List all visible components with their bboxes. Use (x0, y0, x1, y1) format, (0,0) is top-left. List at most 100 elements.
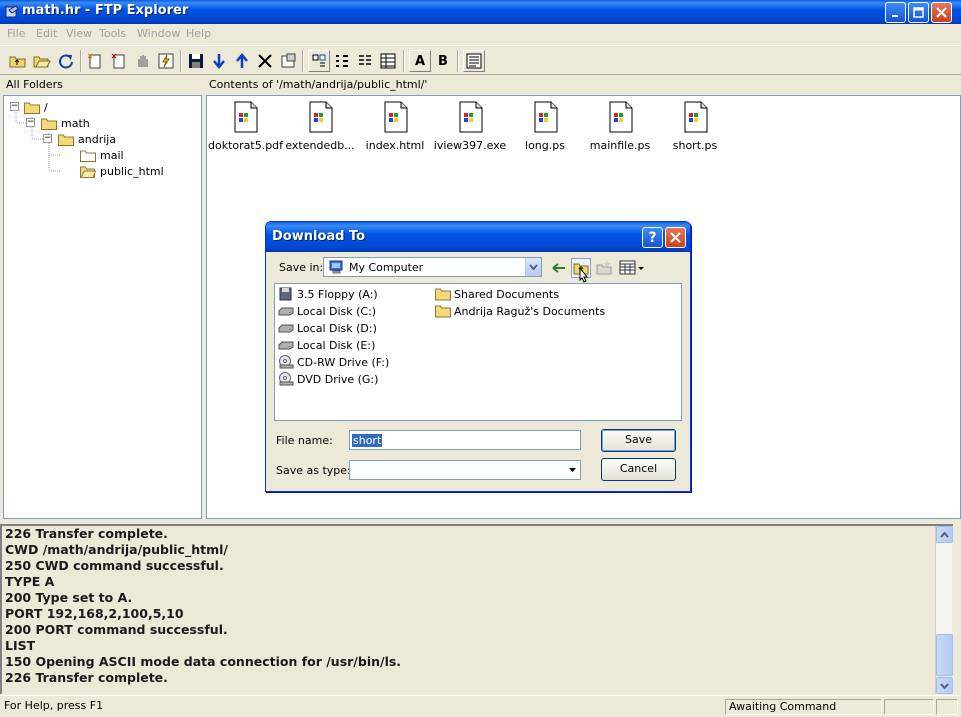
file-item[interactable]: mainfile.ps (583, 101, 657, 152)
tree-node-math[interactable]: math (41, 115, 90, 131)
new-folder-button[interactable] (595, 259, 613, 277)
connect-button[interactable] (155, 50, 177, 72)
dialog-close-button[interactable] (665, 227, 686, 248)
delete-button[interactable] (254, 50, 276, 72)
view-menu-icon (619, 260, 644, 275)
log-line: 226 Transfer complete. (5, 670, 168, 685)
tree-label: public_html (100, 164, 164, 178)
tree-label: math (61, 116, 90, 130)
menu-window[interactable]: Window (137, 27, 180, 40)
tree-node-mail[interactable]: mail (80, 147, 124, 163)
upload-button[interactable] (231, 50, 253, 72)
file-item[interactable]: extendedb... (283, 101, 357, 152)
list-item-label: Local Disk (C:) (297, 304, 377, 318)
chevron-down-icon (529, 264, 538, 270)
download-button[interactable] (208, 50, 230, 72)
list-item[interactable]: DVD Drive (G:) (278, 371, 378, 387)
tree-expander-root[interactable]: − (10, 102, 19, 111)
log-line: LIST (5, 638, 36, 653)
stop-button[interactable] (132, 50, 154, 72)
list-view-button[interactable] (354, 50, 376, 72)
log-pane: 226 Transfer complete. CWD /math/andrija… (0, 524, 953, 694)
toolbar-separator (80, 50, 82, 72)
list-item-label: DVD Drive (G:) (297, 372, 379, 386)
menu-view[interactable]: View (66, 27, 92, 40)
scroll-down-button[interactable] (936, 677, 953, 694)
new-file-button[interactable] (84, 50, 106, 72)
log-line: TYPE A (5, 574, 55, 589)
file-item[interactable]: doktorat5.pdf (208, 101, 283, 152)
file-name-input[interactable]: short (349, 430, 581, 450)
tree-node-andrija[interactable]: andrija (58, 131, 116, 147)
close-button[interactable] (931, 2, 952, 23)
minimize-icon (892, 15, 898, 17)
menu-edit[interactable]: Edit (36, 27, 57, 40)
menu-bar: File Edit View Tools Window Help (0, 24, 961, 44)
arrow-up-icon (236, 53, 248, 68)
properties-button[interactable] (277, 50, 299, 72)
small-icons-view-button[interactable] (331, 50, 353, 72)
file-item[interactable]: short.ps (658, 101, 732, 152)
save-in-combo[interactable]: My Computer (323, 257, 542, 277)
delete-file-button[interactable] (108, 50, 130, 72)
file-item[interactable]: index.html (358, 101, 432, 152)
log-line: 250 CWD command successful. (5, 558, 224, 573)
scroll-thumb[interactable] (936, 634, 953, 676)
help-icon: ? (648, 229, 657, 246)
binary-mode-label: B (438, 53, 448, 69)
cancel-button[interactable]: Cancel (601, 458, 676, 481)
arrow-down-icon (213, 54, 225, 69)
maximize-button[interactable] (908, 2, 929, 23)
folder-icon (80, 149, 96, 162)
tree-node-root[interactable]: / (24, 99, 48, 115)
list-item[interactable]: Shared Documents (435, 286, 559, 302)
file-name: index.html (365, 139, 425, 152)
new-folder-icon (596, 260, 612, 275)
log-scrollbar[interactable] (935, 526, 953, 694)
menu-file[interactable]: File (7, 27, 25, 40)
tree-node-public-html[interactable]: public_html (80, 163, 164, 179)
list-item[interactable]: Local Disk (E:) (278, 337, 375, 353)
dialog-help-button[interactable]: ? (642, 227, 663, 248)
menu-help[interactable]: Help (186, 27, 211, 40)
toolbar-separator (180, 50, 182, 72)
refresh-button[interactable] (55, 50, 77, 72)
tree-expander-andrija[interactable]: − (43, 134, 52, 143)
list-item[interactable]: Andrija Raguž's Documents (435, 303, 605, 319)
save-as-type-combo[interactable] (349, 460, 581, 480)
tree-expander-math[interactable]: − (26, 118, 35, 127)
list-item[interactable]: Local Disk (C:) (278, 303, 376, 319)
log-line: 150 Opening ASCII mode data connection f… (5, 654, 402, 669)
log-window-button[interactable] (463, 50, 485, 72)
save-in-label: Save in: (279, 261, 324, 274)
file-item[interactable]: long.ps (508, 101, 582, 152)
view-menu-button[interactable] (619, 259, 645, 277)
list-item[interactable]: Local Disk (D:) (278, 320, 377, 336)
save-button-dialog[interactable]: Save (601, 429, 676, 452)
list-item[interactable]: CD-RW Drive (F:) (278, 354, 389, 370)
chevron-down-icon (568, 468, 576, 472)
binary-mode-button[interactable]: B (432, 50, 454, 72)
save-button[interactable] (185, 50, 207, 72)
close-icon (936, 7, 947, 18)
details-view-button[interactable] (377, 50, 399, 72)
folder-icon (41, 117, 57, 130)
file-item[interactable]: iview397.exe (433, 101, 507, 152)
save-in-dropdown-button[interactable] (525, 258, 541, 276)
back-button[interactable] (550, 259, 568, 277)
menu-tools[interactable]: Tools (99, 27, 126, 40)
up-folder-button[interactable] (7, 50, 29, 72)
ascii-mode-button[interactable]: A (409, 50, 431, 72)
scroll-up-button[interactable] (936, 526, 953, 543)
file-name: extendedb... (285, 139, 355, 152)
save-as-type-dropdown-button[interactable] (564, 461, 580, 479)
large-icons-view-button[interactable] (308, 50, 330, 72)
folder-tree: − / − math − andrija mail public_html (3, 95, 202, 519)
folder-icon (58, 133, 74, 146)
window-titlebar[interactable]: math.hr - FTP Explorer (0, 0, 961, 24)
dialog-titlebar[interactable]: Download To ? (266, 222, 690, 252)
toolbar-separator (457, 50, 459, 72)
minimize-button[interactable] (885, 2, 906, 23)
list-item[interactable]: 3.5 Floppy (A:) (278, 286, 378, 302)
open-folder-button[interactable] (31, 50, 53, 72)
